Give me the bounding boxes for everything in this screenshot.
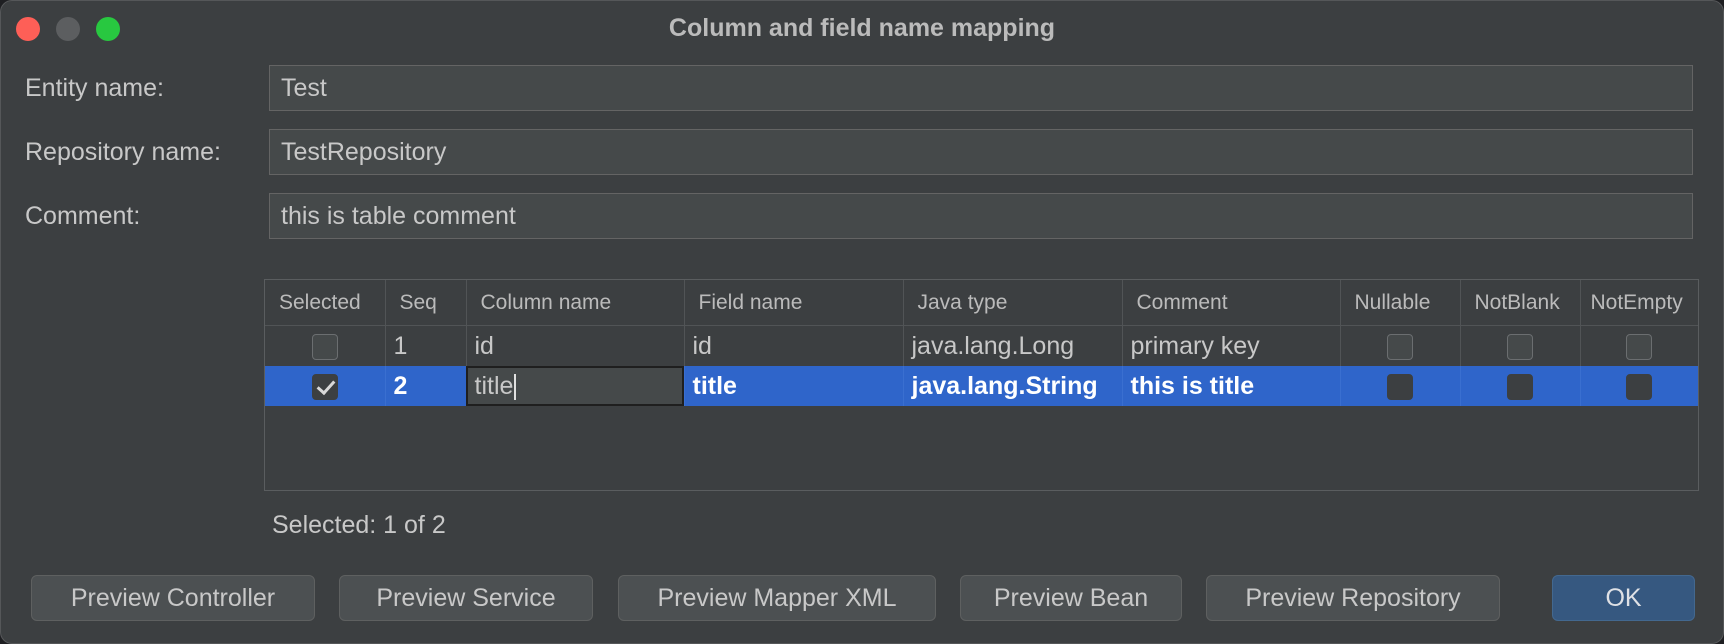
table-header-row: Selected Seq Column name Field name Java… [265, 280, 1698, 326]
table-row-selected[interactable]: 2 title title java.lang.String this is t… [265, 366, 1698, 406]
notblank-cell [1460, 325, 1581, 366]
selected-checkbox-checked[interactable] [311, 373, 338, 400]
header-seq[interactable]: Seq [385, 280, 467, 326]
entity-name-label: Entity name: [25, 74, 164, 102]
preview-controller-button[interactable]: Preview Controller [31, 575, 315, 621]
notblank-checkbox[interactable] [1507, 373, 1533, 400]
repository-name-field[interactable]: TestRepository [269, 129, 1693, 175]
header-notempty[interactable]: NotEmpty [1580, 280, 1698, 326]
header-java-type[interactable]: Java type [903, 280, 1123, 326]
nullable-checkbox[interactable] [1387, 373, 1413, 400]
selected-cell [265, 325, 386, 366]
nullable-cell [1340, 366, 1461, 406]
notempty-checkbox[interactable] [1626, 373, 1653, 400]
repository-name-label: Repository name: [25, 138, 221, 166]
notempty-cell [1580, 366, 1698, 406]
text-caret [514, 373, 517, 400]
selected-checkbox[interactable] [311, 333, 338, 360]
field-name-cell[interactable]: id [684, 325, 904, 366]
comment-cell[interactable]: primary key [1122, 325, 1341, 366]
header-nullable[interactable]: Nullable [1340, 280, 1461, 326]
field-name-cell[interactable]: title [684, 366, 904, 406]
nullable-checkbox[interactable] [1387, 333, 1413, 360]
comment-label: Comment: [25, 202, 141, 230]
window-title: Column and field name mapping [668, 14, 1056, 42]
column-name-editor[interactable]: title [466, 366, 685, 406]
preview-repository-button[interactable]: Preview Repository [1206, 575, 1500, 621]
table-row[interactable]: 1 id id java.lang.Long primary key [265, 325, 1698, 367]
preview-bean-button[interactable]: Preview Bean [960, 575, 1182, 621]
header-notblank[interactable]: NotBlank [1460, 280, 1581, 326]
dialog-window: Column and field name mapping Entity nam… [0, 0, 1724, 644]
header-comment[interactable]: Comment [1122, 280, 1341, 326]
column-name-cell[interactable]: id [466, 325, 685, 366]
nullable-cell [1340, 325, 1461, 366]
java-type-cell[interactable]: java.lang.Long [903, 325, 1123, 366]
ok-button[interactable]: OK [1552, 575, 1695, 621]
preview-service-button[interactable]: Preview Service [339, 575, 593, 621]
java-type-cell[interactable]: java.lang.String [903, 366, 1123, 406]
comment-cell[interactable]: this is title [1122, 366, 1341, 406]
mapping-table[interactable]: Selected Seq Column name Field name Java… [264, 279, 1699, 491]
selected-cell [265, 366, 386, 406]
notempty-checkbox[interactable] [1626, 333, 1653, 360]
notempty-cell [1580, 326, 1698, 367]
seq-cell: 1 [385, 325, 467, 366]
title-bar: Column and field name mapping [1, 1, 1723, 55]
seq-cell: 2 [385, 366, 467, 406]
notblank-cell [1460, 366, 1581, 406]
header-field-name[interactable]: Field name [684, 280, 904, 326]
entity-name-field[interactable]: Test [269, 65, 1693, 111]
preview-mapper-xml-button[interactable]: Preview Mapper XML [618, 575, 936, 621]
notblank-checkbox[interactable] [1507, 333, 1533, 360]
header-selected[interactable]: Selected [265, 280, 386, 326]
header-column-name[interactable]: Column name [466, 280, 685, 326]
column-name-edit-text: title [474, 371, 514, 400]
selection-status: Selected: 1 of 2 [272, 511, 446, 539]
comment-field[interactable]: this is table comment [269, 193, 1693, 239]
